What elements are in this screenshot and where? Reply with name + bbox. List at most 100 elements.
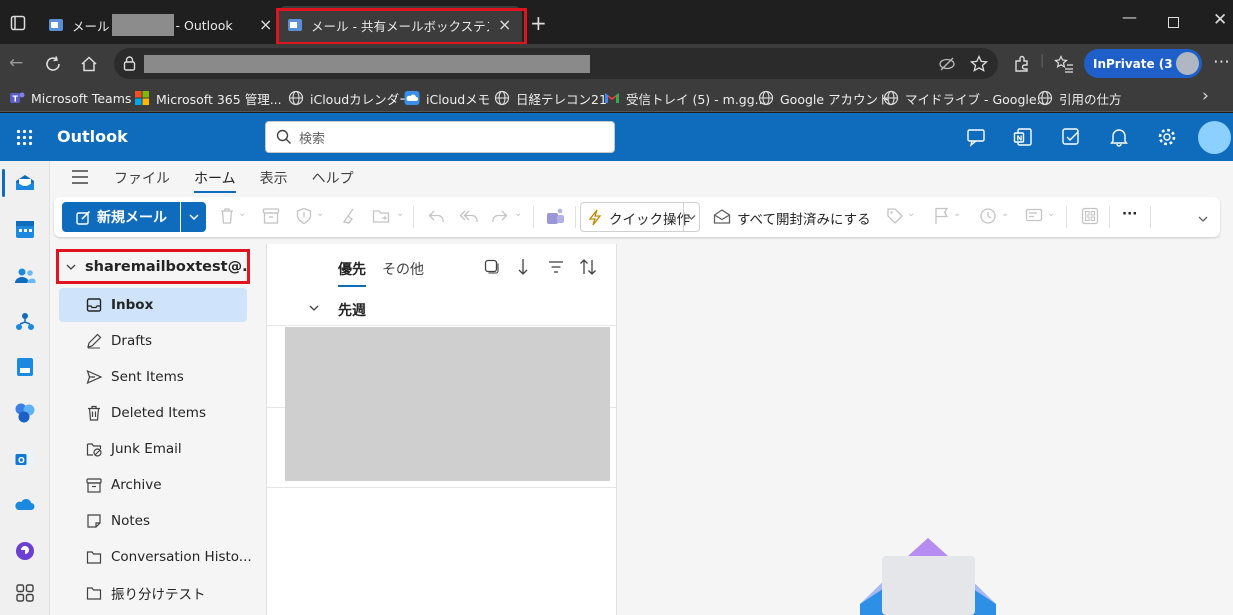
bookings-icon[interactable]: [14, 356, 36, 378]
sweep-icon[interactable]: [341, 207, 359, 225]
folder-archive[interactable]: Archive: [59, 468, 247, 502]
teams-share-icon[interactable]: [546, 207, 566, 225]
notifications-bell-icon[interactable]: [1109, 127, 1129, 147]
jump-to-icon[interactable]: [516, 258, 530, 276]
favorite-teams[interactable]: T Microsoft Teams: [9, 88, 131, 108]
home-icon[interactable]: [80, 55, 98, 73]
tab-file[interactable]: ファイル: [114, 168, 170, 188]
app-title[interactable]: Outlook: [57, 127, 128, 146]
tab-home[interactable]: ホーム: [194, 168, 236, 193]
teams-chat-icon[interactable]: [966, 127, 986, 147]
reply-all-icon[interactable]: [459, 207, 479, 225]
chevron-down-icon[interactable]: ⌄: [953, 208, 961, 219]
favorite-icloud-calendar[interactable]: iCloudカレンダー: [288, 88, 412, 108]
back-icon[interactable]: ←: [9, 53, 23, 73]
inprivate-button[interactable]: InPrivate (3 個): [1084, 49, 1202, 78]
quick-steps-button[interactable]: クイック操作: [580, 202, 700, 232]
folder-junk-email[interactable]: Junk Email: [59, 432, 247, 466]
favorite-nikkei[interactable]: 日経テレコン21: [494, 88, 607, 108]
chevron-down-icon[interactable]: ⌄: [238, 208, 246, 219]
chevron-down-icon[interactable]: ⌄: [316, 208, 324, 219]
refresh-icon[interactable]: [44, 55, 62, 73]
url-field[interactable]: [114, 48, 998, 79]
folder-notes[interactable]: Notes: [59, 504, 247, 538]
browser-tab-mail[interactable]: メール - Outlook ×: [40, 6, 276, 44]
mark-all-read-label[interactable]: すべて開封済みにする: [737, 208, 871, 228]
sort-icon[interactable]: [579, 258, 597, 276]
new-mail-button[interactable]: 新規メール: [62, 202, 180, 232]
close-tab-icon[interactable]: ×: [259, 15, 272, 34]
archive-button-icon[interactable]: [262, 207, 280, 225]
favorite-google-account[interactable]: Google アカウント: [758, 88, 891, 108]
pivot-focused[interactable]: 優先: [338, 259, 366, 287]
loop-icon[interactable]: [14, 540, 36, 562]
folder-sent-items[interactable]: Sent Items: [59, 360, 247, 394]
flag-icon[interactable]: [934, 207, 950, 225]
favorite-m365[interactable]: Microsoft 365 管理...: [134, 88, 282, 108]
close-window-icon[interactable]: ✕: [1213, 10, 1227, 30]
tracking-prevention-icon[interactable]: [939, 56, 955, 72]
reply-icon[interactable]: [427, 207, 445, 225]
more-options-icon[interactable]: ···: [1122, 206, 1137, 222]
settings-gear-icon[interactable]: [1157, 127, 1177, 147]
tab-actions-icon[interactable]: [10, 15, 26, 31]
mail-app-icon[interactable]: [14, 172, 36, 194]
pivot-other[interactable]: その他: [382, 259, 424, 279]
chevron-right-icon[interactable]: ›: [1202, 86, 1209, 106]
minimize-icon[interactable]: —: [1122, 8, 1137, 26]
folder-drafts[interactable]: Drafts: [59, 324, 247, 358]
chevron-down-icon[interactable]: ⌄: [1047, 208, 1055, 219]
chevron-down-icon[interactable]: ⌄: [514, 208, 522, 219]
filter-icon[interactable]: [548, 260, 564, 274]
calendar-app-icon[interactable]: [14, 218, 36, 240]
apps-grid-icon[interactable]: [1081, 207, 1099, 225]
mark-read-icon[interactable]: [713, 208, 731, 224]
group-header[interactable]: 先週: [266, 291, 617, 326]
favorite-gmail[interactable]: 受信トレイ (5) - m.gg...: [604, 88, 767, 108]
org-explorer-icon[interactable]: [14, 311, 36, 333]
forward-icon[interactable]: [491, 207, 509, 225]
tab-view[interactable]: 表示: [260, 168, 288, 188]
folder-deleted-items[interactable]: Deleted Items: [59, 396, 247, 430]
chevron-down-icon[interactable]: ⌄: [396, 208, 404, 219]
favorite-citation[interactable]: 引用の仕方: [1037, 88, 1122, 108]
folder-sort-test[interactable]: 振り分けテスト: [59, 576, 247, 610]
folder-conversation-history[interactable]: Conversation Histo...: [59, 540, 252, 574]
snooze-clock-icon[interactable]: [979, 207, 997, 225]
people-app-icon[interactable]: [14, 265, 36, 287]
delete-icon[interactable]: [219, 207, 235, 225]
favorites-icon[interactable]: [1054, 55, 1074, 73]
favorite-star-icon[interactable]: [970, 55, 988, 73]
report-icon[interactable]: [296, 207, 312, 225]
onenote-feed-icon[interactable]: N: [1013, 127, 1033, 147]
chevron-down-icon[interactable]: ⌄: [1001, 208, 1009, 219]
expand-ribbon-icon[interactable]: [1198, 215, 1208, 223]
folder-inbox[interactable]: Inbox: [59, 288, 247, 322]
my-day-icon[interactable]: [1061, 127, 1081, 147]
tag-icon[interactable]: [886, 207, 904, 225]
select-icon[interactable]: [484, 259, 499, 274]
new-mail-dropdown[interactable]: [181, 202, 206, 232]
extensions-icon[interactable]: [1013, 55, 1031, 73]
hamburger-menu-icon[interactable]: [71, 169, 89, 185]
more-apps-icon[interactable]: [14, 582, 36, 604]
favorite-icloud-notes[interactable]: iCloudメモ: [404, 88, 490, 108]
redacted-messages[interactable]: [285, 327, 610, 481]
app-launcher-icon[interactable]: [16, 129, 33, 146]
rules-icon[interactable]: [1025, 207, 1043, 225]
maximize-icon[interactable]: [1168, 17, 1179, 28]
move-to-icon[interactable]: [372, 207, 390, 225]
m365-copilot-app-icon[interactable]: [14, 402, 36, 424]
search-input[interactable]: 検索: [265, 121, 615, 153]
chevron-down-icon[interactable]: ⌄: [907, 208, 915, 219]
onedrive-icon[interactable]: [14, 494, 36, 516]
excel-outlook-icon[interactable]: O: [14, 448, 36, 470]
account-avatar[interactable]: [1198, 121, 1231, 154]
inbox-pivots: 優先 その他: [338, 259, 440, 287]
new-tab-icon[interactable]: +: [530, 11, 547, 35]
tab-help[interactable]: ヘルプ: [312, 168, 354, 188]
profile-avatar: [1176, 52, 1199, 75]
more-menu-icon[interactable]: ⋯: [1213, 52, 1230, 72]
separator: [1109, 206, 1110, 228]
favorite-my-drive[interactable]: マイドライブ - Google...: [883, 88, 1048, 108]
